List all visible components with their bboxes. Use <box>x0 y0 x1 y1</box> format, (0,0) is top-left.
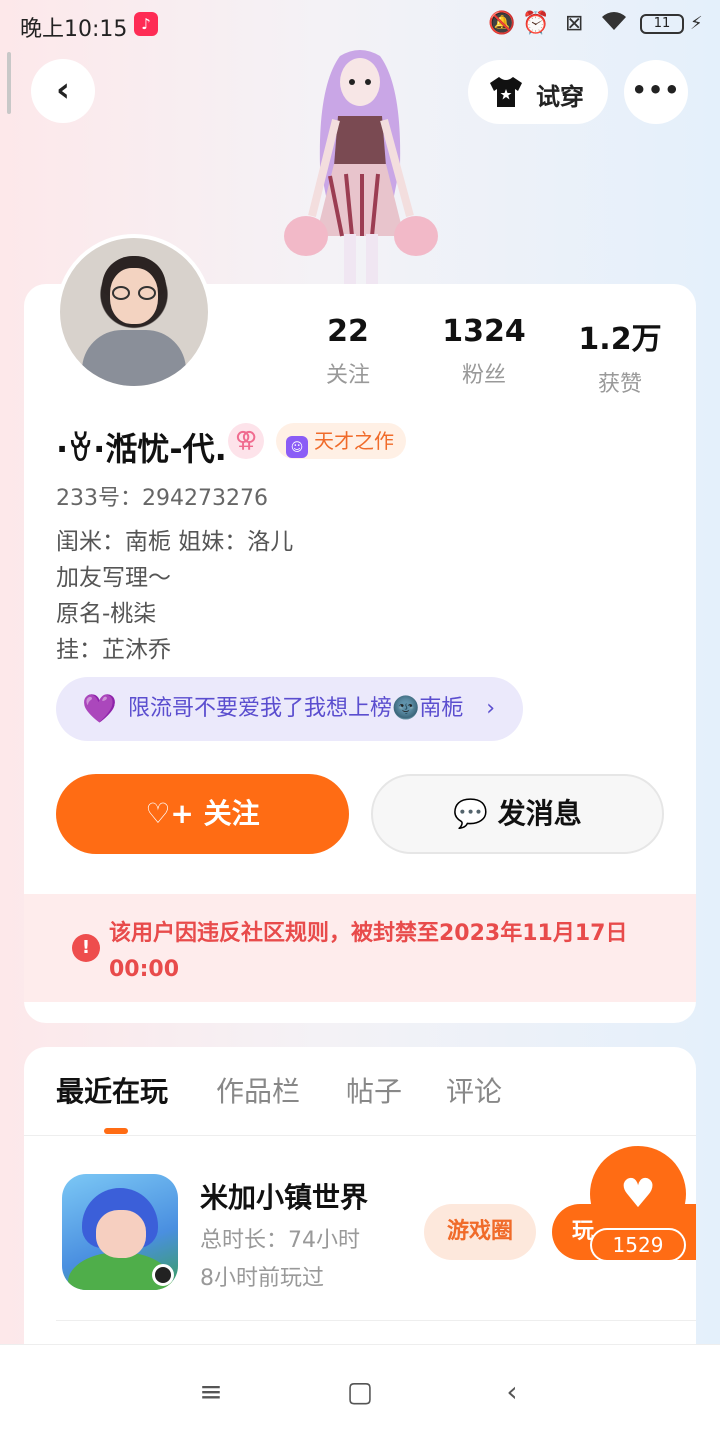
charging-icon: ⚡ <box>690 13 703 34</box>
fans-count: 1324 <box>442 314 526 349</box>
hot-tag-text: 限流哥不要爱我了我想上榜🌚南栀 <box>128 696 464 721</box>
game-icon[interactable] <box>62 1174 178 1290</box>
tab-comments[interactable]: 评论 <box>446 1070 502 1110</box>
bio-line: 挂：芷沐乔 <box>56 637 171 663</box>
divider <box>56 1320 696 1321</box>
heart-plus-icon: ♡+ <box>145 797 194 830</box>
user-avatar[interactable] <box>56 234 212 390</box>
battery-icon: 11 <box>640 14 684 34</box>
following-count: 22 <box>327 314 369 349</box>
following-label: 关注 <box>325 363 370 388</box>
chat-bubble-icon: 💬 <box>453 797 489 830</box>
mute-icon: 🔕 <box>488 11 516 36</box>
message-label: 发消息 <box>497 797 582 830</box>
tab-recent-playing[interactable]: 最近在玩 <box>56 1070 168 1110</box>
heart-icon: ♥ <box>620 1171 656 1217</box>
wifi-icon <box>600 10 628 40</box>
active-tab-indicator <box>104 1128 128 1134</box>
more-options-button[interactable]: ••• <box>624 60 688 124</box>
follow-button[interactable]: ♡+ 关注 <box>56 774 349 854</box>
like-count: 1529 <box>590 1228 686 1262</box>
scroll-indicator <box>7 52 11 114</box>
ban-notice-text: 该用户因违反社区规则，被封禁至2023年11月17日 00:00 <box>109 921 628 982</box>
hot-tag-link[interactable]: 💜 限流哥不要爱我了我想上榜🌚南栀 › <box>56 677 523 741</box>
3d-avatar-character[interactable] <box>282 46 438 286</box>
username: ·ꈊ·湉忧-代. <box>56 430 227 468</box>
tab-works[interactable]: 作品栏 <box>216 1070 300 1110</box>
status-time: 晚上10:15 <box>20 17 128 42</box>
nav-back-icon[interactable]: ‹ <box>492 1372 532 1412</box>
battery-level: 11 <box>653 16 671 31</box>
chevron-left-icon: ‹ <box>55 70 70 110</box>
ban-notice: ! 该用户因违反社区规则，被封禁至2023年11月17日 00:00 <box>24 894 696 1002</box>
likes-label: 获赞 <box>597 372 642 397</box>
stat-likes[interactable]: 1.2万 获赞 <box>560 314 680 398</box>
game-circle-button[interactable]: 游戏圈 <box>424 1204 536 1260</box>
message-button[interactable]: 💬 发消息 <box>371 774 664 854</box>
stat-following[interactable]: 22 关注 <box>288 314 408 389</box>
badge-label: 天才之作 <box>314 429 394 453</box>
gender-icon: ⚢ <box>228 423 264 459</box>
more-dots-icon: ••• <box>631 76 681 104</box>
game-name[interactable]: 米加小镇世界 <box>200 1176 368 1216</box>
bio-line: 加友写理～ <box>56 565 171 591</box>
warning-icon: ! <box>72 934 100 962</box>
sim-off-icon: ⊠ <box>565 11 584 36</box>
back-button[interactable]: ‹ <box>31 59 95 123</box>
tshirt-icon <box>490 77 522 107</box>
game-last-played: 8小时前玩过 <box>200 1266 324 1291</box>
bio-line: 闺米：南栀 姐妹：洛儿 <box>56 529 294 555</box>
badge-icon: ☺ <box>286 436 308 458</box>
alarm-icon: ⏰ <box>522 11 550 36</box>
user-id: 233号：294273276 <box>56 486 268 511</box>
menu-icon[interactable]: ≡ <box>191 1372 231 1412</box>
try-on-label: 试穿 <box>536 83 584 111</box>
home-square-icon[interactable]: ▢ <box>340 1372 380 1412</box>
bio-line: 原名-桃柒 <box>56 601 157 627</box>
hearts-icon: 💜 <box>82 692 117 725</box>
game-duration: 总时长：74小时 <box>200 1228 360 1253</box>
try-on-button[interactable]: 试穿 <box>468 60 608 124</box>
follow-label: 关注 <box>203 797 260 830</box>
tiktok-notification-icon: ♪ <box>134 12 158 36</box>
tab-posts[interactable]: 帖子 <box>346 1070 402 1110</box>
likes-count: 1.2万 <box>578 322 662 357</box>
achievement-badge[interactable]: ☺ 天才之作 <box>276 423 406 459</box>
chevron-right-icon: › <box>486 696 495 721</box>
stat-fans[interactable]: 1324 粉丝 <box>424 314 544 389</box>
fans-label: 粉丝 <box>461 363 506 388</box>
status-bar: 晚上10:15 ♪ 🔕 ⏰ ⊠ 11 ⚡ <box>0 0 720 50</box>
divider <box>24 1135 696 1136</box>
